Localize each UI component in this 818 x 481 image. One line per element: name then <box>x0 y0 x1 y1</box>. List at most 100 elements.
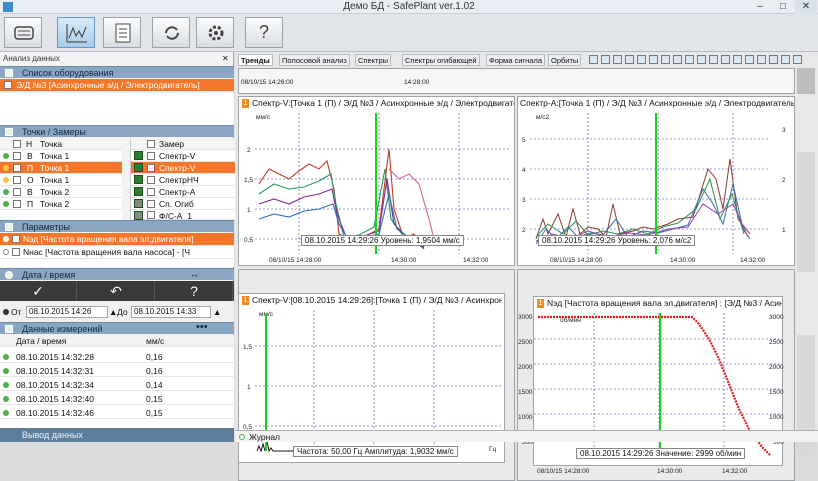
measurement-row[interactable]: 08.10.2015 14:32:28 0,16 <box>0 351 234 363</box>
measure-row[interactable]: Спектр-V <box>131 150 235 162</box>
tab-trends[interactable]: Тренды <box>238 54 273 66</box>
tool-icon[interactable] <box>721 55 730 64</box>
measurements-header[interactable]: Данные измерений ••• <box>0 321 234 334</box>
title-bar: Демо БД - SafePlant ver.1.02 – □ ✕ <box>0 0 818 14</box>
time-navigator[interactable]: 08/10/15 14:26:00 14:28:00 <box>238 68 795 94</box>
measure-row[interactable]: Спектр-A <box>131 186 235 198</box>
tool-icon[interactable] <box>649 55 658 64</box>
more-icon[interactable]: ••• <box>196 321 208 333</box>
undo-button[interactable]: ↶ <box>78 281 155 301</box>
measures-table: Замер Спектр-V Спектр-V СпектрНЧ Спектр-… <box>130 138 235 221</box>
to-spinner-icon[interactable]: ▲ <box>213 307 221 317</box>
tool-icon[interactable] <box>709 55 718 64</box>
cursor-value-label-1: 08.10.2015 14:29:26 Уровень: 1,9504 мм/с <box>301 235 464 246</box>
clock-icon[interactable] <box>5 271 13 279</box>
equipment-header[interactable]: Список оборудования <box>0 66 234 78</box>
settings-button[interactable] <box>196 17 234 48</box>
toggle-icon[interactable] <box>5 223 13 231</box>
confirm-button[interactable]: ✓ <box>0 281 77 301</box>
measurement-row[interactable]: 08.10.2015 14:32:40 0,15 <box>0 393 234 405</box>
measure-row[interactable]: Ф/С-А_1 <box>131 210 235 221</box>
measure-row[interactable]: Сп. Огиб <box>131 198 235 210</box>
tool-icon[interactable] <box>733 55 742 64</box>
y-tick-right: 1 <box>782 227 786 234</box>
x-tick: 14:30:00 <box>657 468 683 475</box>
pin-icon[interactable]: ✕ <box>222 54 229 63</box>
tool-icon[interactable] <box>673 55 682 64</box>
report-button[interactable] <box>103 17 141 48</box>
y-tick: 1 <box>247 207 251 214</box>
export-header[interactable]: Вывод данных <box>0 428 234 442</box>
point-row[interactable]: П Точка 1 <box>0 162 122 174</box>
trends-button[interactable] <box>57 17 95 48</box>
from-field[interactable]: 08.10.2015 14:26 <box>26 306 108 318</box>
y-tick: 1500 <box>518 389 533 396</box>
points-header[interactable]: Точки / Замеры <box>0 125 234 137</box>
toggle-icon[interactable] <box>5 325 13 333</box>
close-icon[interactable]: ✕ <box>795 0 817 14</box>
toggle-icon[interactable] <box>5 69 13 77</box>
maximize-icon[interactable]: □ <box>772 0 794 14</box>
tool-icon[interactable] <box>745 55 754 64</box>
journal-icon[interactable] <box>239 434 245 440</box>
sync-icon <box>165 26 179 40</box>
status-bar: Журнал <box>235 430 818 442</box>
tab-orbits[interactable]: Орбиты <box>548 54 582 66</box>
equipment-item[interactable]: Э/Д №3 [Асинхронные э/д / Электродвигате… <box>0 79 234 92</box>
tab-spectra[interactable]: Спектры <box>355 54 392 66</box>
vertical-scroll[interactable] <box>797 152 815 272</box>
tool-icon[interactable] <box>637 55 646 64</box>
toggle-icon[interactable] <box>5 128 13 136</box>
journal-label[interactable]: Журнал <box>249 432 280 442</box>
expand-icon[interactable]: ↔ <box>190 269 199 279</box>
tool-icon[interactable] <box>661 55 670 64</box>
tool-icon[interactable] <box>613 55 622 64</box>
tab-band-analysis[interactable]: Полосовой анализ <box>279 54 350 66</box>
tool-icon[interactable] <box>781 55 790 64</box>
params-header[interactable]: Параметры <box>0 220 234 232</box>
point-row[interactable]: П Точка 2 <box>0 198 122 210</box>
tool-icon[interactable] <box>757 55 766 64</box>
help-button-dt[interactable]: ? <box>156 281 233 301</box>
datetime-header[interactable]: Дата / время ↔ <box>0 268 234 280</box>
tool-icon[interactable] <box>625 55 634 64</box>
measure-row[interactable]: Спектр-V <box>131 162 235 174</box>
tool-icon[interactable] <box>589 55 598 64</box>
to-field[interactable]: 08.10.2015 14:33 <box>131 306 211 318</box>
x-tick: 14:32:00 <box>722 468 748 475</box>
panel-number: 1 <box>242 99 249 108</box>
help-button[interactable]: ? <box>245 17 283 48</box>
checkbox[interactable] <box>13 140 21 148</box>
point-row[interactable]: В Точка 1 <box>0 150 122 162</box>
tool-icon[interactable] <box>769 55 778 64</box>
scroll-handle[interactable] <box>797 68 815 94</box>
measurement-row[interactable]: 08.10.2015 14:32:46 0,15 <box>0 407 234 419</box>
measurements-header-row: Дата / время мм/с <box>0 335 234 347</box>
tab-envelope-spectra[interactable]: Спектры огибающей <box>402 54 480 66</box>
checkbox[interactable] <box>4 81 12 89</box>
measure-row[interactable]: СпектрНЧ <box>131 174 235 186</box>
param-row[interactable]: Nнас [Частота вращения вала насоса] - [Ч <box>0 246 234 259</box>
x-tick: 14:32:00 <box>740 257 766 264</box>
tab-waveform[interactable]: Форма сигнала <box>486 54 545 66</box>
tool-icon[interactable] <box>685 55 694 64</box>
y-tick: 3000 <box>518 314 533 321</box>
radio-icon[interactable] <box>3 309 9 315</box>
point-row[interactable]: О Точка 1 <box>0 174 122 186</box>
tool-icon[interactable] <box>697 55 706 64</box>
database-button[interactable] <box>4 17 42 48</box>
trends-icon <box>66 24 87 43</box>
tool-icon[interactable] <box>601 55 610 64</box>
measurement-row[interactable]: 08.10.2015 14:32:34 0,14 <box>0 379 234 391</box>
points-header-row: Н Точка <box>0 138 122 150</box>
x-tick: 14:30:00 <box>670 257 696 264</box>
measurement-row[interactable]: 08.10.2015 14:32:31 0,16 <box>0 365 234 377</box>
y-tick-right: 2500 <box>769 339 784 346</box>
tool-icon[interactable] <box>793 55 802 64</box>
x-tick: 14:30:00 <box>391 257 417 264</box>
point-row[interactable]: В Точка 2 <box>0 186 122 198</box>
minimize-icon[interactable]: – <box>749 0 771 14</box>
param-row[interactable]: Nэд [Частота вращения вала эл.двигателя] <box>0 233 234 246</box>
y-unit: м/с2 <box>536 114 550 121</box>
sync-button[interactable] <box>152 17 190 48</box>
